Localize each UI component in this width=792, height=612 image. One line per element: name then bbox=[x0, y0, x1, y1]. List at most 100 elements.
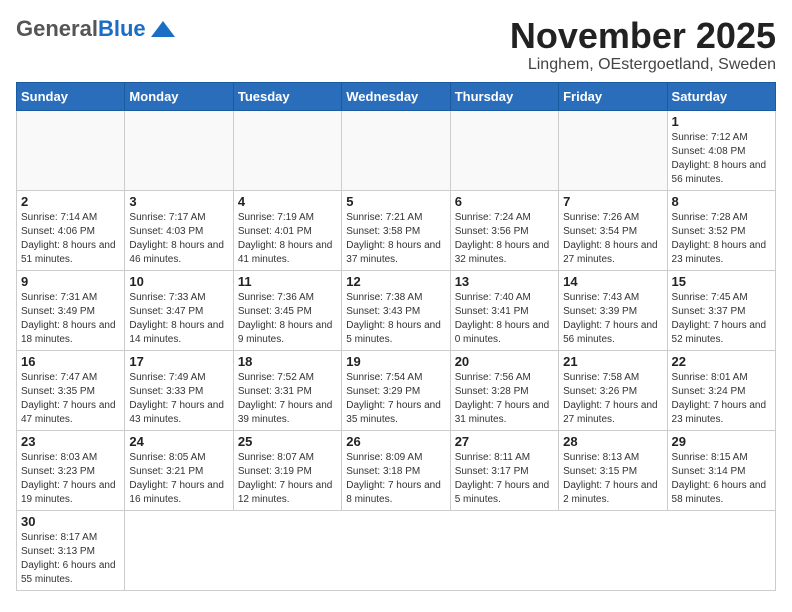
day-number: 18 bbox=[238, 354, 337, 369]
col-thursday: Thursday bbox=[450, 82, 558, 110]
day-number: 3 bbox=[129, 194, 228, 209]
day-info: Sunrise: 7:28 AMSunset: 3:52 PMDaylight:… bbox=[672, 211, 771, 267]
table-row: 5 Sunrise: 7:21 AMSunset: 3:58 PMDaylight… bbox=[342, 190, 450, 270]
day-info: Sunrise: 7:21 AMSunset: 3:58 PMDaylight:… bbox=[346, 211, 445, 267]
day-info: Sunrise: 7:52 AMSunset: 3:31 PMDaylight:… bbox=[238, 371, 337, 427]
table-row: 7 Sunrise: 7:26 AMSunset: 3:54 PMDaylight… bbox=[559, 190, 667, 270]
day-info: Sunrise: 7:54 AMSunset: 3:29 PMDaylight:… bbox=[346, 371, 445, 427]
table-row bbox=[17, 110, 125, 190]
day-number: 7 bbox=[563, 194, 662, 209]
day-number: 21 bbox=[563, 354, 662, 369]
day-number: 14 bbox=[563, 274, 662, 289]
table-row: 28Sunrise: 8:13 AMSunset: 3:15 PMDayligh… bbox=[559, 430, 667, 510]
day-info: Sunrise: 7:40 AMSunset: 3:41 PMDaylight:… bbox=[455, 291, 554, 347]
table-row: 13 Sunrise: 7:40 AMSunset: 3:41 PMDayligh… bbox=[450, 270, 558, 350]
table-row: 10Sunrise: 7:33 AMSunset: 3:47 PMDayligh… bbox=[125, 270, 233, 350]
table-row: 18 Sunrise: 7:52 AMSunset: 3:31 PMDayligh… bbox=[233, 350, 341, 430]
calendar-week-row: 23Sunrise: 8:03 AMSunset: 3:23 PMDayligh… bbox=[17, 430, 776, 510]
table-row: 22 Sunrise: 8:01 AMSunset: 3:24 PMDayligh… bbox=[667, 350, 775, 430]
table-row bbox=[342, 110, 450, 190]
day-info: Sunrise: 7:38 AMSunset: 3:43 PMDaylight:… bbox=[346, 291, 445, 347]
day-info: Sunrise: 8:17 AMSunset: 3:13 PMDaylight:… bbox=[21, 531, 120, 587]
day-number: 6 bbox=[455, 194, 554, 209]
day-info: Sunrise: 7:26 AMSunset: 3:54 PMDaylight:… bbox=[563, 211, 662, 267]
table-row: 11Sunrise: 7:36 AMSunset: 3:45 PMDayligh… bbox=[233, 270, 341, 350]
day-number: 29 bbox=[672, 434, 771, 449]
day-number: 9 bbox=[21, 274, 120, 289]
day-info: Sunrise: 7:36 AMSunset: 3:45 PMDaylight:… bbox=[238, 291, 337, 347]
day-number: 1 bbox=[672, 114, 771, 129]
day-info: Sunrise: 7:47 AMSunset: 3:35 PMDaylight:… bbox=[21, 371, 120, 427]
day-number: 22 bbox=[672, 354, 771, 369]
day-number: 5 bbox=[346, 194, 445, 209]
table-row: 26Sunrise: 8:09 AMSunset: 3:18 PMDayligh… bbox=[342, 430, 450, 510]
table-row: 12 Sunrise: 7:38 AMSunset: 3:43 PMDayligh… bbox=[342, 270, 450, 350]
table-row: 16 Sunrise: 7:47 AMSunset: 3:35 PMDayligh… bbox=[17, 350, 125, 430]
day-number: 8 bbox=[672, 194, 771, 209]
day-number: 19 bbox=[346, 354, 445, 369]
day-info: Sunrise: 7:19 AMSunset: 4:01 PMDaylight:… bbox=[238, 211, 337, 267]
table-row bbox=[450, 110, 558, 190]
table-row: 20 Sunrise: 7:56 AMSunset: 3:28 PMDayligh… bbox=[450, 350, 558, 430]
day-info: Sunrise: 8:01 AMSunset: 3:24 PMDaylight:… bbox=[672, 371, 771, 427]
calendar-week-row: 16 Sunrise: 7:47 AMSunset: 3:35 PMDayligh… bbox=[17, 350, 776, 430]
calendar-week-row: 30 Sunrise: 8:17 AMSunset: 3:13 PMDayligh… bbox=[17, 510, 776, 590]
table-row: 30 Sunrise: 8:17 AMSunset: 3:13 PMDayligh… bbox=[17, 510, 125, 590]
table-row: 15 Sunrise: 7:45 AMSunset: 3:37 PMDayligh… bbox=[667, 270, 775, 350]
day-number: 12 bbox=[346, 274, 445, 289]
logo-icon bbox=[149, 19, 177, 39]
day-number: 28 bbox=[563, 434, 662, 449]
table-row: 6 Sunrise: 7:24 AMSunset: 3:56 PMDaylight… bbox=[450, 190, 558, 270]
table-row bbox=[233, 110, 341, 190]
table-row: 25Sunrise: 8:07 AMSunset: 3:19 PMDayligh… bbox=[233, 430, 341, 510]
logo-general-text: General bbox=[16, 16, 98, 42]
table-row: 27 Sunrise: 8:11 AMSunset: 3:17 PMDayligh… bbox=[450, 430, 558, 510]
day-info: Sunrise: 7:12 AMSunset: 4:08 PMDaylight:… bbox=[672, 131, 771, 187]
day-number: 16 bbox=[21, 354, 120, 369]
day-info: Sunrise: 7:14 AMSunset: 4:06 PMDaylight:… bbox=[21, 211, 120, 267]
table-row: 4 Sunrise: 7:19 AMSunset: 4:01 PMDaylight… bbox=[233, 190, 341, 270]
calendar-table: Sunday Monday Tuesday Wednesday Thursday… bbox=[16, 82, 776, 591]
calendar-header-row: Sunday Monday Tuesday Wednesday Thursday… bbox=[17, 82, 776, 110]
day-info: Sunrise: 7:24 AMSunset: 3:56 PMDaylight:… bbox=[455, 211, 554, 267]
table-row: 29 Sunrise: 8:15 AMSunset: 3:14 PMDayligh… bbox=[667, 430, 775, 510]
table-row: 8 Sunrise: 7:28 AMSunset: 3:52 PMDaylight… bbox=[667, 190, 775, 270]
logo-blue-text: Blue bbox=[98, 16, 146, 42]
day-info: Sunrise: 7:45 AMSunset: 3:37 PMDaylight:… bbox=[672, 291, 771, 347]
table-row: 3Sunrise: 7:17 AMSunset: 4:03 PMDaylight… bbox=[125, 190, 233, 270]
day-number: 25 bbox=[238, 434, 337, 449]
col-wednesday: Wednesday bbox=[342, 82, 450, 110]
day-info: Sunrise: 7:56 AMSunset: 3:28 PMDaylight:… bbox=[455, 371, 554, 427]
calendar-week-row: 1 Sunrise: 7:12 AMSunset: 4:08 PMDaylight… bbox=[17, 110, 776, 190]
header: General Blue November 2025 Linghem, OEst… bbox=[16, 16, 776, 74]
calendar-week-row: 9 Sunrise: 7:31 AMSunset: 3:49 PMDaylight… bbox=[17, 270, 776, 350]
table-row bbox=[559, 110, 667, 190]
month-title: November 2025 bbox=[510, 16, 776, 56]
day-info: Sunrise: 8:15 AMSunset: 3:14 PMDaylight:… bbox=[672, 451, 771, 507]
day-number: 27 bbox=[455, 434, 554, 449]
day-number: 20 bbox=[455, 354, 554, 369]
day-info: Sunrise: 8:05 AMSunset: 3:21 PMDaylight:… bbox=[129, 451, 228, 507]
table-row: 19 Sunrise: 7:54 AMSunset: 3:29 PMDayligh… bbox=[342, 350, 450, 430]
day-info: Sunrise: 7:31 AMSunset: 3:49 PMDaylight:… bbox=[21, 291, 120, 347]
table-row: 17Sunrise: 7:49 AMSunset: 3:33 PMDayligh… bbox=[125, 350, 233, 430]
day-number: 26 bbox=[346, 434, 445, 449]
day-number: 15 bbox=[672, 274, 771, 289]
table-row: 23Sunrise: 8:03 AMSunset: 3:23 PMDayligh… bbox=[17, 430, 125, 510]
table-row bbox=[125, 110, 233, 190]
col-friday: Friday bbox=[559, 82, 667, 110]
day-info: Sunrise: 7:43 AMSunset: 3:39 PMDaylight:… bbox=[563, 291, 662, 347]
table-row: 9 Sunrise: 7:31 AMSunset: 3:49 PMDaylight… bbox=[17, 270, 125, 350]
table-row: 1 Sunrise: 7:12 AMSunset: 4:08 PMDaylight… bbox=[667, 110, 775, 190]
day-number: 13 bbox=[455, 274, 554, 289]
day-number: 2 bbox=[21, 194, 120, 209]
day-info: Sunrise: 8:11 AMSunset: 3:17 PMDaylight:… bbox=[455, 451, 554, 507]
day-info: Sunrise: 7:58 AMSunset: 3:26 PMDaylight:… bbox=[563, 371, 662, 427]
day-number: 23 bbox=[21, 434, 120, 449]
day-number: 30 bbox=[21, 514, 120, 529]
day-number: 4 bbox=[238, 194, 337, 209]
calendar-week-row: 2 Sunrise: 7:14 AMSunset: 4:06 PMDaylight… bbox=[17, 190, 776, 270]
title-area: November 2025 Linghem, OEstergoetland, S… bbox=[510, 16, 776, 74]
table-row: 14 Sunrise: 7:43 AMSunset: 3:39 PMDayligh… bbox=[559, 270, 667, 350]
day-info: Sunrise: 7:49 AMSunset: 3:33 PMDaylight:… bbox=[129, 371, 228, 427]
